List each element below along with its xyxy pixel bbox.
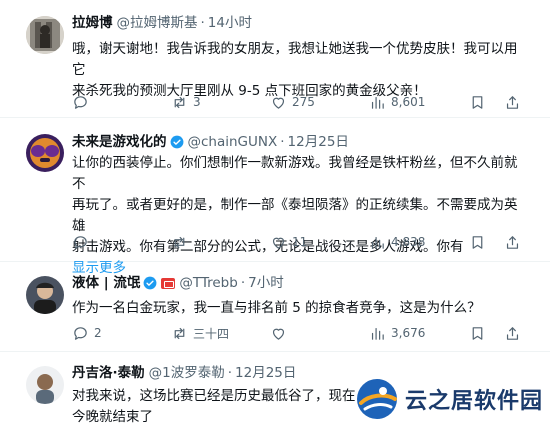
author-handle[interactable]: @拉姆博斯基	[117, 13, 198, 33]
affiliation-badge-icon	[161, 277, 176, 289]
tweet-text: 作为一名白金玩家，我一直与排名前 5 的掠食者竞争，这是为什么？	[72, 298, 530, 319]
reply-icon	[74, 235, 87, 249]
views-button[interactable]: 4,838	[369, 234, 425, 251]
share-button[interactable]	[504, 234, 521, 251]
retweet-button[interactable]: 三十四	[171, 325, 229, 342]
share-icon	[506, 95, 519, 109]
like-button[interactable]: 275	[270, 94, 315, 111]
separator-dot: ·	[240, 275, 246, 291]
reply-button[interactable]	[72, 94, 94, 111]
bookmark-icon	[472, 326, 483, 340]
author-name[interactable]: 液体 | 流氓	[72, 273, 140, 293]
share-icon	[506, 326, 519, 340]
author-handle[interactable]: @1波罗泰勒	[149, 363, 225, 383]
views-icon	[371, 327, 384, 340]
like-button[interactable]	[270, 325, 292, 342]
reply-button[interactable]	[72, 234, 94, 251]
author-name[interactable]: 拉姆博	[72, 13, 113, 33]
views-icon	[371, 236, 384, 249]
verified-badge-icon	[170, 135, 183, 149]
views-count: 8,601	[391, 95, 426, 109]
author-name[interactable]: 丹吉洛·泰勒	[72, 363, 145, 383]
reply-button[interactable]: 2	[72, 325, 102, 342]
timestamp[interactable]: 7小时	[248, 273, 284, 293]
retweet-button[interactable]: 3	[171, 94, 201, 111]
action-bar: 3 275 8,601	[72, 92, 530, 112]
watermark-text: 云之居软件园	[405, 389, 544, 414]
bookmark-icon	[472, 235, 483, 249]
author-name[interactable]: 未来是游戏化的	[72, 132, 167, 152]
share-button[interactable]	[504, 94, 521, 111]
views-icon	[371, 96, 384, 109]
tweet-3[interactable]: 液体 | 流氓 @TTrebb · 7小时 作为一名白金玩家，我一直与排名前 5…	[0, 262, 550, 352]
retweet-count: 3	[193, 95, 201, 109]
action-bar: 2 三十四 3,676	[72, 323, 530, 343]
tweet-text-line: 哦，谢天谢地！我告诉我的女朋友，我想让她送我一个优势皮肤！我可以用它	[72, 41, 518, 78]
watermark-logo	[357, 379, 397, 419]
separator-dot: ·	[280, 134, 285, 150]
tweet-text-line: 再玩了。或者更好的是，制作一部《泰坦陨落》的正统续集。不需要成为英雄	[72, 197, 518, 234]
views-button[interactable]: 3,676	[369, 325, 425, 342]
retweet-icon	[174, 96, 185, 108]
share-icon	[506, 235, 519, 249]
views-button[interactable]: 8,601	[369, 94, 425, 111]
retweet-count: 三十四	[193, 326, 230, 341]
action-bar: 11 4,838	[72, 232, 530, 252]
avatar[interactable]	[26, 276, 64, 314]
watermark: 云之居软件园	[355, 375, 543, 423]
like-icon	[272, 97, 285, 109]
separator-dot: ·	[200, 15, 205, 31]
tweet-1[interactable]: 拉姆博 @拉姆博斯基 · 14小时 哦，谢天谢地！我告诉我的女朋友，我想让她送我…	[0, 0, 550, 118]
author-handle[interactable]: @chainGUNX	[188, 132, 278, 152]
bookmark-icon	[472, 95, 483, 109]
timestamp[interactable]: 12月25日	[235, 363, 296, 383]
retweet-icon	[174, 327, 185, 339]
retweet-icon	[174, 236, 185, 248]
avatar[interactable]	[26, 134, 64, 172]
views-count: 4,838	[391, 235, 426, 249]
avatar[interactable]	[26, 366, 64, 404]
share-button[interactable]	[504, 325, 521, 342]
verified-badge-icon	[143, 276, 157, 290]
views-count: 3,676	[391, 326, 426, 340]
tweet-text-line: 作为一名白金玩家，我一直与排名前 5 的掠食者竞争，这是为什么？	[72, 300, 481, 316]
tweet-text-line: 让你的西装停止。你们想制作一款新游戏。我曾经是铁杆粉丝，但不久前就不	[72, 155, 518, 192]
reply-icon	[74, 326, 87, 340]
avatar[interactable]	[26, 16, 64, 54]
author-handle[interactable]: @TTrebb	[179, 273, 237, 293]
bookmark-button[interactable]	[469, 234, 486, 251]
like-count: 275	[292, 95, 315, 109]
retweet-button[interactable]	[171, 234, 193, 251]
like-icon	[272, 328, 285, 340]
timestamp[interactable]: 14小时	[208, 13, 252, 33]
separator-dot: ·	[227, 365, 233, 381]
reply-count: 2	[94, 326, 102, 340]
bookmark-button[interactable]	[469, 94, 486, 111]
bookmark-button[interactable]	[469, 325, 486, 342]
like-icon	[272, 237, 285, 249]
reply-icon	[74, 95, 87, 109]
timestamp[interactable]: 12月25日	[288, 132, 349, 152]
like-button[interactable]: 11	[270, 234, 307, 251]
tweet-2[interactable]: 未来是游戏化的 @chainGUNX · 12月25日 让你的西装停止。你们想制…	[0, 118, 550, 276]
like-count: 11	[292, 235, 308, 249]
